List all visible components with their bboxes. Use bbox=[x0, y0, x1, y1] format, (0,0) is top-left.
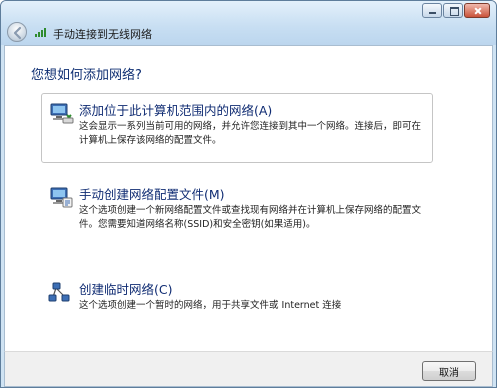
option-title: 创建临时网络(C) bbox=[79, 282, 173, 297]
window-title: 手动连接到无线网络 bbox=[53, 28, 152, 41]
maximize-button[interactable] bbox=[443, 3, 463, 18]
back-arrow-icon bbox=[13, 26, 22, 40]
option-title: 添加位于此计算机范围内的网络(A) bbox=[79, 103, 273, 118]
wireless-network-icon bbox=[50, 103, 74, 124]
option-title: 手动创建网络配置文件(M) bbox=[79, 187, 225, 202]
option-add-nearby-network[interactable]: 添加位于此计算机范围内的网络(A) 这会显示一系列当前可用的网络，并允许您连接到… bbox=[41, 93, 433, 163]
option-description: 这个选项创建一个新网络配置文件或查找现有网络并在计算机上保存网络的配置文件。您需… bbox=[79, 205, 422, 230]
window-controls bbox=[421, 3, 490, 18]
option-create-adhoc[interactable]: 创建临时网络(C) 这个选项创建一个暂时的网络，用于共享文件或 Internet… bbox=[41, 272, 433, 320]
minimize-button[interactable] bbox=[422, 3, 442, 18]
dialog-content: 您想如何添加网络? 添加位于此计算机范围内的网络(A) 这会显示一系列当前可用的… bbox=[4, 45, 493, 351]
adhoc-network-icon bbox=[48, 282, 70, 302]
close-button[interactable] bbox=[464, 3, 490, 18]
dialog-footer: 取消 bbox=[4, 351, 493, 387]
option-description: 这会显示一系列当前可用的网络，并允许您连接到其中一个网络。连接后，即可在计算机上… bbox=[79, 121, 422, 146]
back-button[interactable] bbox=[7, 22, 27, 42]
page-heading: 您想如何添加网络? bbox=[31, 68, 142, 83]
dialog-window: 手动连接到无线网络 您想如何添加网络? 添加位于此计算机范围内的网络(A) 这会… bbox=[0, 0, 497, 388]
option-manual-profile[interactable]: 手动创建网络配置文件(M) 这个选项创建一个新网络配置文件或查找现有网络并在计算… bbox=[41, 177, 433, 237]
option-description: 这个选项创建一个暂时的网络，用于共享文件或 Internet 连接 bbox=[79, 300, 342, 311]
wireless-profile-icon bbox=[50, 187, 73, 208]
signal-icon bbox=[35, 28, 46, 37]
cancel-button[interactable]: 取消 bbox=[422, 361, 476, 381]
title-bar: 手动连接到无线网络 bbox=[1, 1, 496, 45]
